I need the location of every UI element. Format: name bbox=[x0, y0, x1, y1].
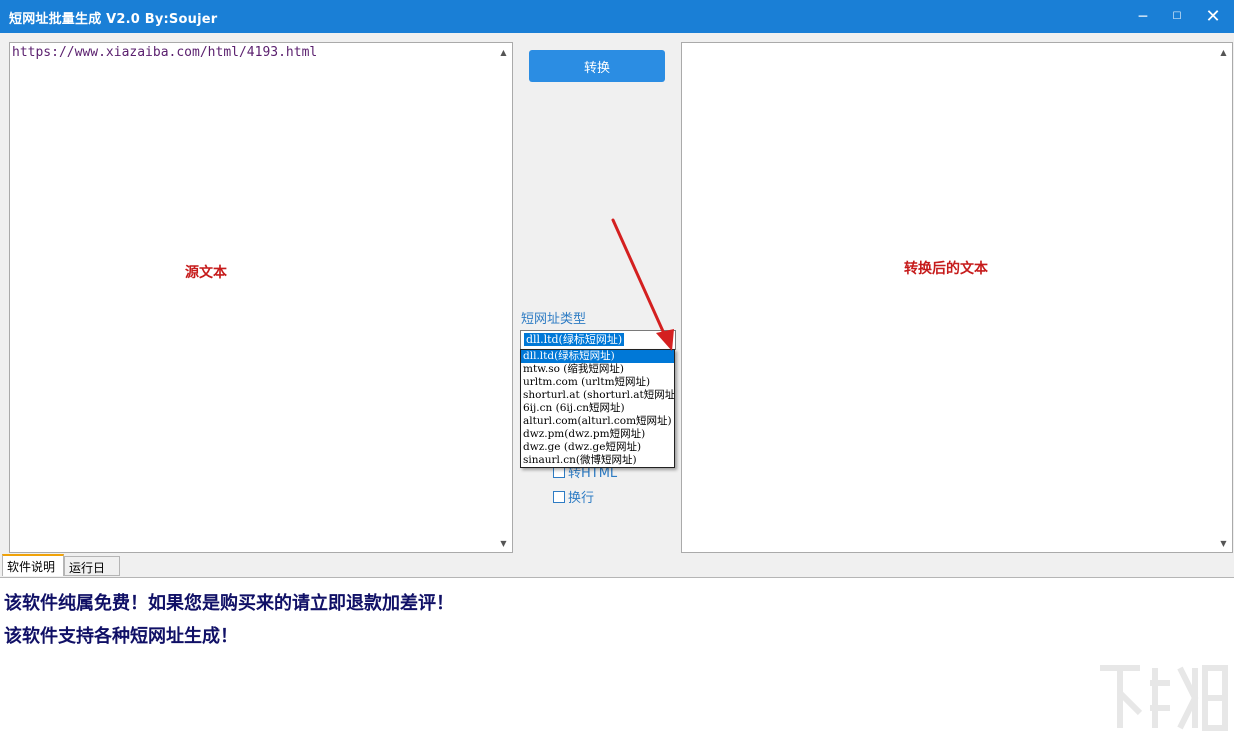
checkbox-label: 换行 bbox=[568, 491, 595, 506]
tab-software-info[interactable]: 软件说明 bbox=[2, 554, 64, 576]
minimize-button[interactable]: ─ bbox=[1126, 0, 1160, 33]
line-break-checkbox[interactable]: 换行 bbox=[553, 487, 594, 506]
dropdown-option[interactable]: sinaurl.cn(微博短网址) bbox=[521, 454, 674, 467]
scroll-down-icon[interactable]: ▼ bbox=[1215, 536, 1232, 550]
dropdown-option[interactable]: alturl.com(alturl.com短网址) bbox=[521, 415, 674, 428]
dropdown-option[interactable]: urltm.com (urltm短网址) bbox=[521, 376, 674, 389]
close-button[interactable]: ✕ bbox=[1196, 0, 1230, 33]
dropdown-option[interactable]: dwz.pm(dwz.pm短网址) bbox=[521, 428, 674, 441]
info-line: 该软件支持各种短网址生成！ bbox=[4, 626, 238, 647]
scroll-down-icon[interactable]: ▼ bbox=[495, 536, 512, 550]
title-bar: 短网址批量生成 V2.0 By:Soujer ─ ☐ ✕ bbox=[0, 0, 1234, 33]
output-text-label: 转换后的文本 bbox=[904, 261, 988, 277]
dropdown-option[interactable]: shorturl.at (shorturl.at短网址) bbox=[521, 389, 674, 402]
dropdown-option[interactable]: dwz.ge (dwz.ge短网址) bbox=[521, 441, 674, 454]
red-arrow-icon bbox=[611, 218, 674, 351]
short-url-type-dropdown: dll.ltd(绿标短网址) mtw.so (缩我短网址) urltm.com … bbox=[520, 349, 675, 468]
checkbox-box[interactable] bbox=[553, 490, 565, 503]
watermark-logo-icon bbox=[1100, 665, 1228, 731]
info-panel: 该软件纯属免费！如果您是购买来的请立即退款加差评！ 该软件支持各种短网址生成！ bbox=[0, 577, 1234, 721]
scroll-up-icon[interactable]: ▲ bbox=[1215, 45, 1232, 59]
output-text-area[interactable]: 转换后的文本 ▲ ▼ bbox=[681, 42, 1233, 553]
info-line: 该软件纯属免费！如果您是购买来的请立即退款加差评！ bbox=[4, 593, 454, 614]
tab-run-log[interactable]: 运行日志 bbox=[64, 556, 120, 592]
maximize-button[interactable]: ☐ bbox=[1160, 0, 1194, 33]
tab-bar: 软件说明 运行日志 bbox=[0, 554, 1234, 592]
window-title: 短网址批量生成 V2.0 By:Soujer bbox=[9, 12, 218, 27]
dropdown-option[interactable]: mtw.so (缩我短网址) bbox=[521, 363, 674, 376]
dropdown-option[interactable]: 6ij.cn (6ij.cn短网址) bbox=[521, 402, 674, 415]
main-panel: https://www.xiazaiba.com/html/4193.html … bbox=[0, 33, 1234, 731]
output-scrollbar[interactable]: ▲ ▼ bbox=[1215, 43, 1232, 552]
